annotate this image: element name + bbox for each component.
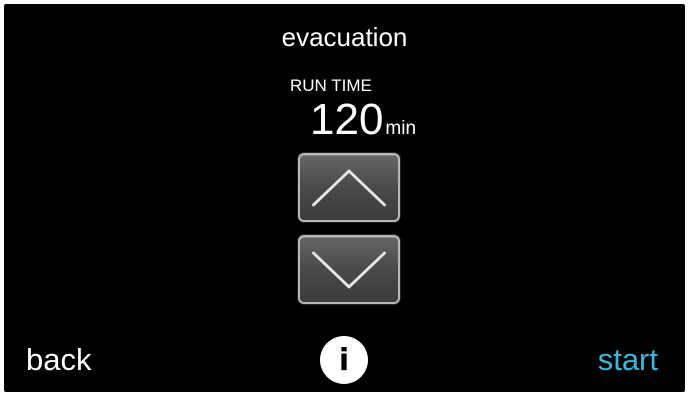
run-time-value: 120 (310, 95, 384, 144)
info-icon: i (338, 343, 350, 378)
run-time-unit: min (385, 118, 417, 139)
start-button[interactable]: start (598, 342, 658, 378)
chevron-down-icon (312, 251, 386, 289)
increase-button[interactable] (298, 153, 400, 222)
page-title: evacuation (281, 22, 408, 52)
run-time-value-display: 120 min (310, 95, 416, 145)
thermostat-screen: evacuation RUN TIME 120 min back i start (4, 4, 685, 392)
run-time-label: RUN TIME (290, 76, 372, 95)
chevron-up-icon (312, 169, 386, 207)
back-button[interactable]: back (26, 342, 91, 378)
info-button[interactable]: i (320, 336, 368, 384)
decrease-button[interactable] (298, 235, 400, 304)
